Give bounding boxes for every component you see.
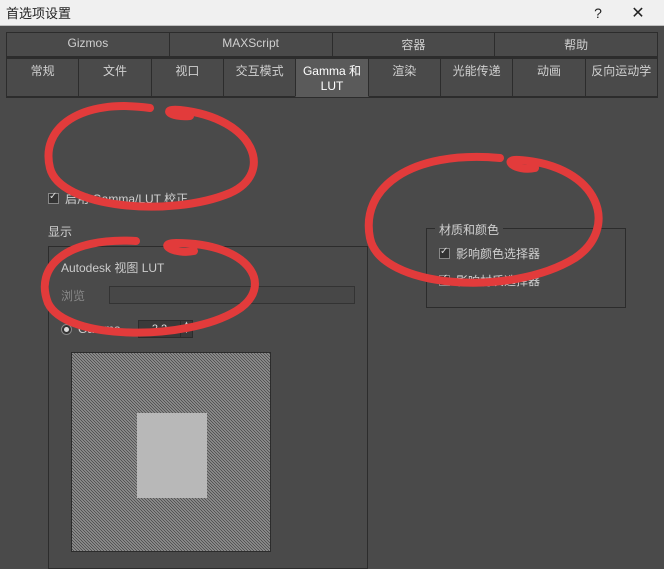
lut-path-field[interactable] [109, 286, 355, 304]
affect-material-editor-row: 影响材质选择器 [439, 272, 613, 289]
lut-group: Autodesk 视图 LUT 浏览 Gamma 2.2 ▲ ▼ [48, 246, 368, 569]
materials-group-title: 材质和颜色 [435, 221, 503, 238]
gamma-value[interactable]: 2.2 [139, 321, 180, 337]
affect-color-picker-checkbox[interactable] [439, 248, 450, 259]
tab-row-top: Gizmos MAXScript 容器 帮助 [6, 26, 658, 58]
enable-gamma-checkbox[interactable] [48, 193, 59, 204]
gamma-spinner[interactable]: 2.2 ▲ ▼ [138, 320, 193, 338]
tab-interaction[interactable]: 交互模式 [223, 58, 296, 97]
content-area: 启用 Gamma/LUT 校正 显示 Autodesk 视图 LUT 浏览 Ga… [0, 98, 664, 530]
tab-gizmos[interactable]: Gizmos [6, 32, 170, 57]
tab-viewport[interactable]: 视口 [151, 58, 224, 97]
affect-color-picker-row: 影响颜色选择器 [439, 245, 613, 262]
enable-gamma-label: 启用 Gamma/LUT 校正 [65, 190, 188, 207]
tab-help[interactable]: 帮助 [494, 32, 658, 57]
tab-ik[interactable]: 反向运动学 [585, 58, 658, 97]
display-section-label: 显示 [48, 223, 368, 240]
tab-row-bottom: 常规 文件 视口 交互模式 Gamma 和 LUT 渲染 光能传递 动画 反向运… [6, 58, 658, 98]
gamma-spinner-buttons: ▲ ▼ [180, 321, 192, 337]
tab-render[interactable]: 渲染 [368, 58, 441, 97]
title-bar: 首选项设置 ? ✕ [0, 0, 664, 26]
tab-files[interactable]: 文件 [78, 58, 151, 97]
right-column: 材质和颜色 影响颜色选择器 影响材质选择器 [426, 228, 626, 308]
enable-gamma-row: 启用 Gamma/LUT 校正 [48, 190, 368, 207]
gamma-radio-row: Gamma 2.2 ▲ ▼ [61, 320, 355, 338]
window-title: 首选项设置 [6, 3, 578, 22]
tab-containers[interactable]: 容器 [332, 32, 496, 57]
affect-color-picker-label: 影响颜色选择器 [456, 245, 540, 262]
help-button[interactable]: ? [578, 0, 618, 26]
gamma-radio[interactable] [61, 324, 72, 335]
gamma-spinner-up[interactable]: ▲ [181, 321, 192, 329]
gamma-preview-swatch [71, 352, 271, 552]
left-column: 启用 Gamma/LUT 校正 显示 Autodesk 视图 LUT 浏览 Ga… [48, 190, 368, 569]
affect-material-editor-checkbox[interactable] [439, 275, 450, 286]
gamma-radio-label: Gamma [78, 322, 138, 336]
gamma-spinner-down[interactable]: ▼ [181, 329, 192, 337]
lut-browse-label: 浏览 [61, 287, 109, 304]
tab-maxscript[interactable]: MAXScript [169, 32, 333, 57]
materials-group: 材质和颜色 影响颜色选择器 影响材质选择器 [426, 228, 626, 308]
close-button[interactable]: ✕ [618, 0, 658, 26]
tab-gamma-lut[interactable]: Gamma 和 LUT [295, 58, 368, 97]
tab-animation[interactable]: 动画 [512, 58, 585, 97]
tab-general[interactable]: 常规 [6, 58, 79, 97]
lut-header: Autodesk 视图 LUT [61, 259, 355, 276]
lut-browse-row: 浏览 [61, 286, 355, 304]
affect-material-editor-label: 影响材质选择器 [456, 272, 540, 289]
gamma-preview-inner [137, 413, 207, 498]
tab-radiosity[interactable]: 光能传递 [440, 58, 513, 97]
